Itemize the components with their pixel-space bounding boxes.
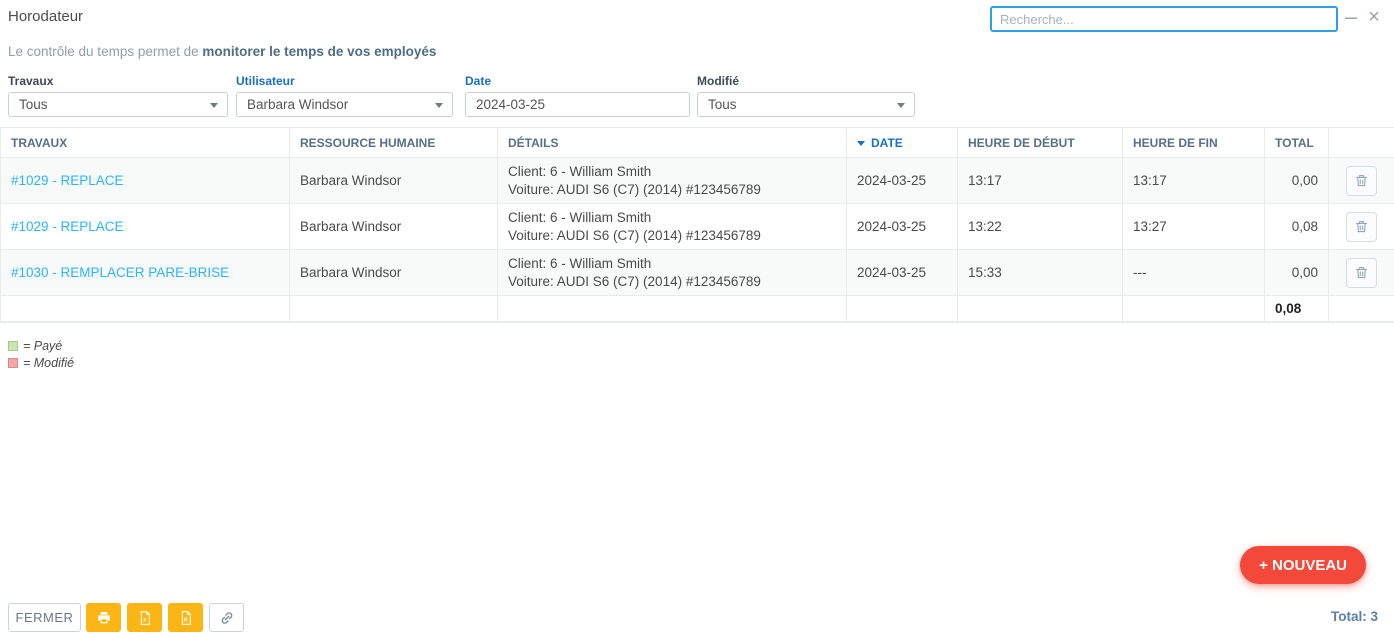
fermer-button[interactable]: FERMER [8,603,81,632]
legend-modifie-label: = Modifié [23,356,74,370]
heure-fin-cell: 13:17 [1123,158,1265,204]
column-header-total[interactable]: TOTAL [1265,128,1329,158]
delete-row-button[interactable] [1346,212,1377,242]
travaux-select[interactable]: Tous [8,92,228,117]
heure-debut-cell: 13:17 [958,158,1123,204]
copy-link-icon [219,610,235,626]
chevron-down-icon [897,103,905,108]
details-cell: Client: 6 - William Smith Voiture: AUDI … [498,204,847,250]
print-button[interactable] [86,603,121,632]
date-cell: 2024-03-25 [847,250,958,296]
nouveau-button[interactable]: + NOUVEAU [1240,546,1366,584]
column-header-actions [1329,128,1394,158]
job-link[interactable]: #1029 - REPLACE [11,219,124,234]
filter-travaux-label: Travaux [8,74,228,88]
total-cell: 0,08 [1265,204,1329,250]
ressource-cell: Barbara Windsor [290,204,498,250]
page-title: Horodateur [8,8,83,25]
page-subtitle: Le contrôle du temps permet de monitorer… [8,44,436,59]
svg-text:x: x [142,617,146,623]
search-input[interactable] [990,6,1338,32]
subtitle-bold: monitorer le temps de vos employés [202,44,436,59]
table-row: #1029 - REPLACE Barbara Windsor Client: … [1,158,1394,204]
filter-utilisateur: Utilisateur Barbara Windsor [236,74,453,117]
total-cell: 0,00 [1265,158,1329,204]
column-header-ressource-humaine[interactable]: RESSOURCE HUMAINE [290,128,498,158]
chevron-down-icon [210,103,218,108]
legend-paye-label: = Payé [23,339,62,353]
filter-date-label: Date [465,74,690,88]
table-total-row: 0,08 [1,296,1394,322]
column-header-travaux[interactable]: TRAVAUX [1,128,290,158]
column-header-date[interactable]: DATE [847,128,958,158]
export-pdf-button[interactable]: A [168,603,203,632]
details-client: Client: 6 - William Smith [508,209,836,227]
export-excel-button[interactable]: x [127,603,162,632]
close-icon[interactable]: × [1363,4,1385,30]
heure-fin-cell: --- [1123,250,1265,296]
filter-modifie-label: Modifié [697,74,915,88]
date-cell: 2024-03-25 [847,158,958,204]
table-header-row: TRAVAUX RESSOURCE HUMAINE DÉTAILS DATE H… [1,128,1394,158]
trash-icon [1354,173,1369,188]
delete-row-button[interactable] [1346,258,1377,288]
timesheet-table: TRAVAUX RESSOURCE HUMAINE DÉTAILS DATE H… [0,127,1394,323]
trash-icon [1354,265,1369,280]
chevron-down-icon [435,103,443,108]
export-excel-icon: x [137,610,153,626]
details-client: Client: 6 - William Smith [508,163,836,181]
minimize-icon[interactable]: – [1340,4,1362,30]
ressource-cell: Barbara Windsor [290,250,498,296]
subtitle-normal: Le contrôle du temps permet de [8,44,202,59]
details-voiture: Voiture: AUDI S6 (C7) (2014) #123456789 [508,227,836,245]
details-cell: Client: 6 - William Smith Voiture: AUDI … [498,158,847,204]
modifie-swatch-icon [8,358,18,368]
filter-utilisateur-label: Utilisateur [236,74,453,88]
export-pdf-icon: A [178,610,194,626]
job-link[interactable]: #1029 - REPLACE [11,173,124,188]
details-cell: Client: 6 - William Smith Voiture: AUDI … [498,250,847,296]
column-header-heure-debut[interactable]: HEURE DE DÉBUT [958,128,1123,158]
ressource-cell: Barbara Windsor [290,158,498,204]
filter-travaux: Travaux Tous [8,74,228,117]
utilisateur-select-value: Barbara Windsor [247,97,348,112]
details-voiture: Voiture: AUDI S6 (C7) (2014) #123456789 [508,273,836,291]
footer-total-count: Total: 3 [1331,609,1378,624]
modifie-select-value: Tous [708,97,737,112]
heure-fin-cell: 13:27 [1123,204,1265,250]
utilisateur-select[interactable]: Barbara Windsor [236,92,453,117]
total-cell: 0,00 [1265,250,1329,296]
svg-text:A: A [183,617,188,623]
column-header-date-label: DATE [871,136,903,150]
sort-desc-icon [857,141,865,146]
table-row: #1030 - REMPLACER PARE-BRISE Barbara Win… [1,250,1394,296]
date-input[interactable] [465,92,690,117]
delete-row-button[interactable] [1346,166,1377,196]
table-row: #1029 - REPLACE Barbara Windsor Client: … [1,204,1394,250]
grand-total-value: 0,08 [1265,296,1329,322]
copy-link-button[interactable] [209,603,244,632]
heure-debut-cell: 15:33 [958,250,1123,296]
details-client: Client: 6 - William Smith [508,255,836,273]
legend-item-modifie: = Modifié [8,355,74,371]
heure-debut-cell: 13:22 [958,204,1123,250]
modifie-select[interactable]: Tous [697,92,915,117]
legend-item-paye: = Payé [8,338,74,354]
filter-modifie: Modifié Tous [697,74,915,117]
column-header-heure-fin[interactable]: HEURE DE FIN [1123,128,1265,158]
print-icon [96,610,112,626]
column-header-details[interactable]: DÉTAILS [498,128,847,158]
travaux-select-value: Tous [19,97,48,112]
paye-swatch-icon [8,341,18,351]
filter-date: Date [465,74,690,117]
date-cell: 2024-03-25 [847,204,958,250]
trash-icon [1354,219,1369,234]
details-voiture: Voiture: AUDI S6 (C7) (2014) #123456789 [508,181,836,199]
legend: = Payé = Modifié [8,338,74,372]
job-link[interactable]: #1030 - REMPLACER PARE-BRISE [11,265,229,280]
